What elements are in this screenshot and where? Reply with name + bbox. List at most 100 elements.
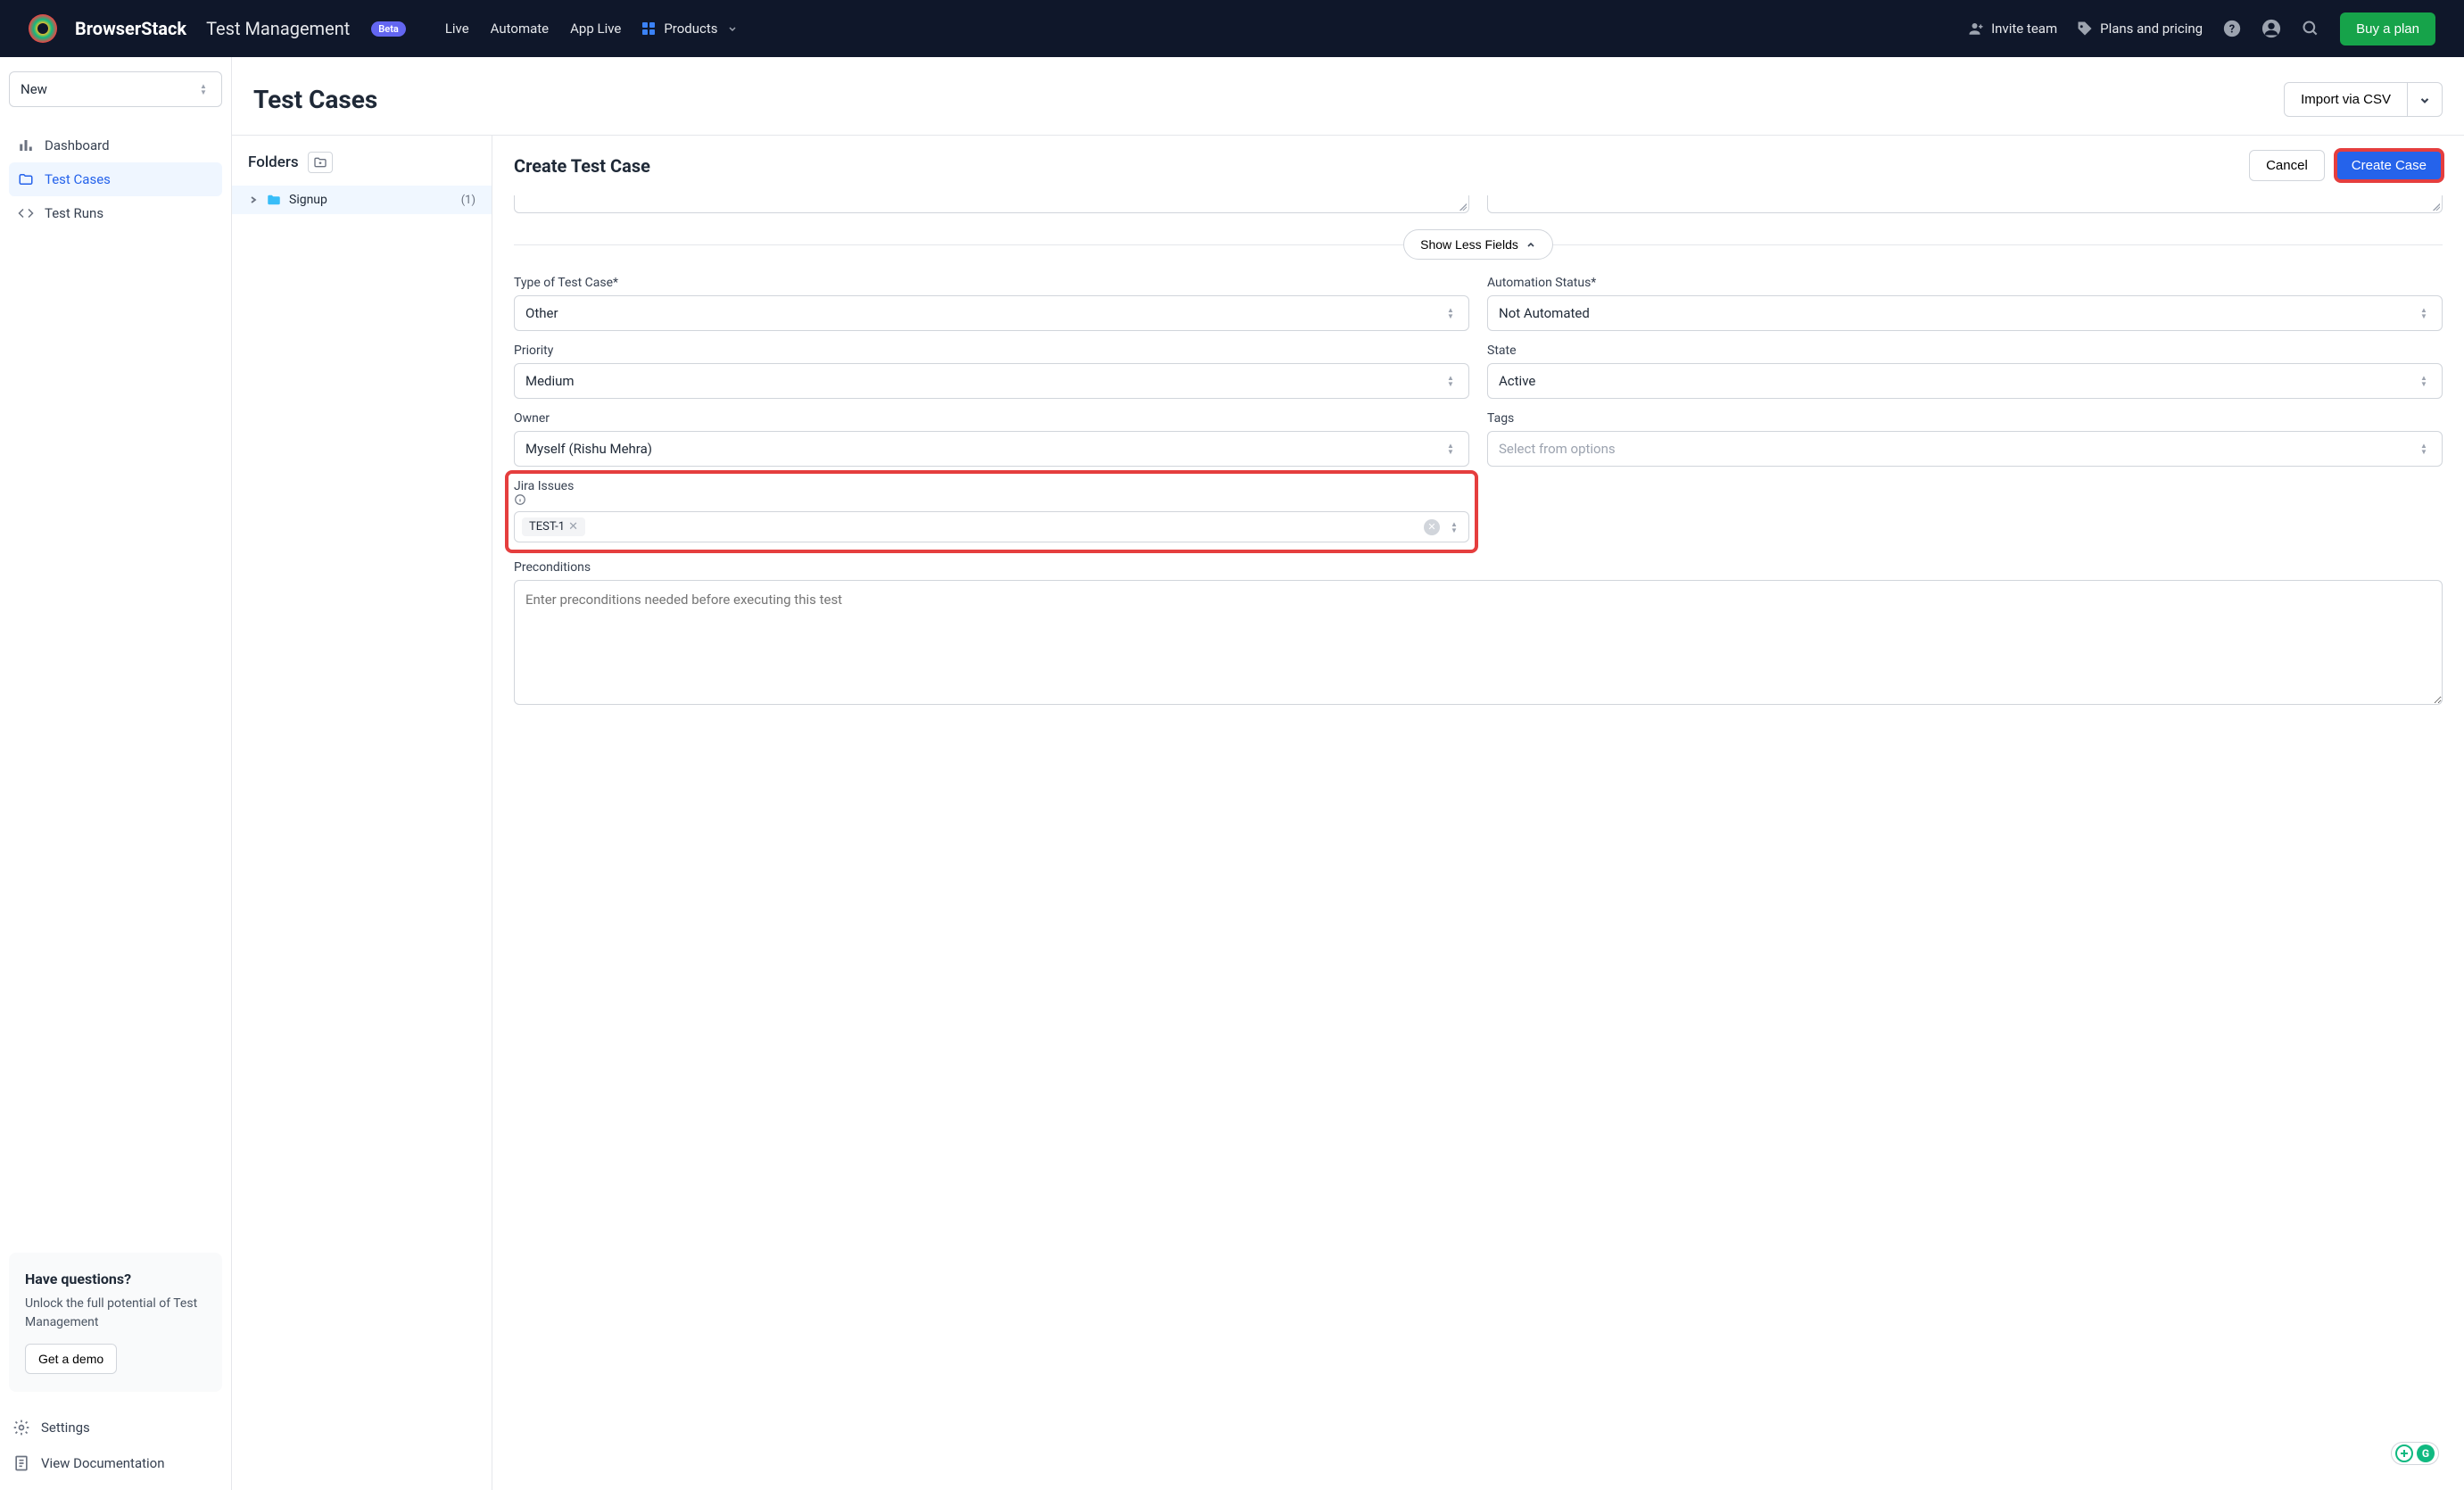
updown-icon: ▲▼ <box>2420 442 2431 456</box>
help-icon[interactable]: ? <box>2222 19 2242 38</box>
automation-select[interactable]: Not Automated ▲▼ <box>1487 295 2443 331</box>
state-label: State <box>1487 344 2443 358</box>
jira-label: Jira Issues <box>514 479 574 493</box>
nav-products[interactable]: Products <box>642 21 737 37</box>
remove-chip-icon[interactable]: ✕ <box>568 520 578 534</box>
preconditions-label: Preconditions <box>514 560 2443 575</box>
folder-row[interactable]: Signup (1) <box>232 186 492 214</box>
owner-select[interactable]: Myself (Rishu Mehra) ▲▼ <box>514 431 1469 467</box>
clear-all-icon[interactable]: ✕ <box>1424 519 1440 535</box>
updown-icon: ▲▼ <box>1447 306 1458 320</box>
import-dropdown[interactable] <box>2408 82 2443 117</box>
show-less-fields-button[interactable]: Show Less Fields <box>1403 229 1553 260</box>
code-icon <box>18 205 34 221</box>
grammarly-g-icon: G <box>2417 1444 2435 1462</box>
automation-label: Automation Status* <box>1487 276 2443 290</box>
import-csv-button[interactable]: Import via CSV <box>2284 82 2408 117</box>
nav-live[interactable]: Live <box>445 21 469 37</box>
chevron-up-icon <box>1526 239 1536 250</box>
folder-count: (1) <box>461 194 475 207</box>
field-type: Type of Test Case* Other ▲▼ <box>514 276 1469 331</box>
textarea-resizer-right[interactable] <box>1487 195 2443 213</box>
sidebar-item-label: Test Runs <box>45 205 103 221</box>
nav-automate[interactable]: Automate <box>491 21 549 37</box>
cancel-button[interactable]: Cancel <box>2249 150 2325 181</box>
buy-plan-button[interactable]: Buy a plan <box>2340 12 2435 46</box>
get-demo-button[interactable]: Get a demo <box>25 1344 117 1374</box>
tags-select[interactable]: Select from options ▲▼ <box>1487 431 2443 467</box>
nav-products-label: Products <box>664 21 717 37</box>
chevron-down-icon <box>727 23 738 34</box>
updown-icon: ▲▼ <box>200 82 211 96</box>
field-tags: Tags Select from options ▲▼ <box>1487 411 2443 467</box>
updown-icon: ▲▼ <box>2420 306 2431 320</box>
gear-icon <box>12 1419 30 1436</box>
field-preconditions: Preconditions <box>514 560 2443 708</box>
chevron-down-icon <box>2419 94 2431 106</box>
demo-body: Unlock the full potential of Test Manage… <box>25 1295 206 1331</box>
priority-label: Priority <box>514 344 1469 358</box>
create-case-button[interactable]: Create Case <box>2336 150 2443 181</box>
sidebar-item-dashboard[interactable]: Dashboard <box>9 128 222 162</box>
project-name: New <box>21 81 47 97</box>
sidebar-item-settings[interactable]: Settings <box>9 1410 222 1445</box>
jira-select[interactable]: TEST-1 ✕ ✕ ▲▼ <box>514 511 1469 542</box>
type-select[interactable]: Other ▲▼ <box>514 295 1469 331</box>
folders-panel: Folders Signup (1) <box>232 136 492 1490</box>
beta-badge: Beta <box>371 21 406 37</box>
tags-label: Tags <box>1487 411 2443 426</box>
preconditions-textarea[interactable] <box>514 580 2443 705</box>
invite-team[interactable]: Invite team <box>1968 21 2057 37</box>
priority-select[interactable]: Medium ▲▼ <box>514 363 1469 399</box>
grammarly-add-icon <box>2395 1444 2413 1462</box>
form-title: Create Test Case <box>514 155 650 177</box>
page-header: Test Cases Import via CSV <box>232 57 2464 136</box>
sidebar: New ▲▼ Dashboard Test Cases Test Runs Ha… <box>0 57 232 1490</box>
sidebar-item-test-cases[interactable]: Test Cases <box>9 162 222 196</box>
updown-icon: ▲▼ <box>2420 374 2431 388</box>
sidebar-item-label: Dashboard <box>45 137 110 153</box>
textarea-resizer-left[interactable] <box>514 195 1469 213</box>
sidebar-item-label: Test Cases <box>45 171 111 187</box>
chevron-right-icon <box>248 195 259 205</box>
search-icon[interactable] <box>2301 19 2320 38</box>
nav-app-live[interactable]: App Live <box>570 21 621 37</box>
user-avatar-icon[interactable] <box>2261 19 2281 38</box>
field-owner: Owner Myself (Rishu Mehra) ▲▼ <box>514 411 1469 467</box>
field-state: State Active ▲▼ <box>1487 344 2443 399</box>
project-selector[interactable]: New ▲▼ <box>9 71 222 107</box>
tag-icon <box>2077 21 2093 37</box>
folders-heading: Folders <box>248 153 299 171</box>
brand-product: Test Management <box>206 18 350 39</box>
updown-icon: ▲▼ <box>1447 442 1458 456</box>
add-folder-button[interactable] <box>308 152 333 173</box>
folder-icon <box>266 193 282 207</box>
updown-icon: ▲▼ <box>1451 520 1461 534</box>
demo-title: Have questions? <box>25 1271 206 1287</box>
folder-plus-icon <box>313 156 327 169</box>
field-jira-issues: Jira Issues TEST-1 ✕ ✕ ▲▼ <box>510 476 1473 548</box>
type-label: Type of Test Case* <box>514 276 1469 290</box>
state-select[interactable]: Active ▲▼ <box>1487 363 2443 399</box>
page-title: Test Cases <box>253 85 377 114</box>
create-test-case-panel: Create Test Case Cancel Create Case Show… <box>492 136 2464 1490</box>
dashboard-icon <box>18 137 34 153</box>
field-priority: Priority Medium ▲▼ <box>514 344 1469 399</box>
grammarly-widget[interactable]: G <box>2391 1442 2439 1465</box>
plans-pricing[interactable]: Plans and pricing <box>2077 21 2203 37</box>
brand-name: BrowserStack <box>75 18 186 39</box>
jira-chip: TEST-1 ✕ <box>522 517 585 536</box>
sidebar-item-test-runs[interactable]: Test Runs <box>9 196 222 230</box>
owner-label: Owner <box>514 411 1469 426</box>
document-icon <box>12 1454 30 1472</box>
folder-name: Signup <box>289 193 327 207</box>
docs-label: View Documentation <box>41 1455 165 1471</box>
user-plus-icon <box>1968 21 1984 37</box>
sidebar-item-docs[interactable]: View Documentation <box>9 1445 222 1481</box>
browserstack-logo <box>29 14 57 43</box>
info-icon[interactable] <box>514 493 526 506</box>
top-nav: BrowserStack Test Management Beta Live A… <box>0 0 2464 57</box>
folder-icon <box>18 171 34 187</box>
svg-text:?: ? <box>2229 23 2235 37</box>
field-automation: Automation Status* Not Automated ▲▼ <box>1487 276 2443 331</box>
